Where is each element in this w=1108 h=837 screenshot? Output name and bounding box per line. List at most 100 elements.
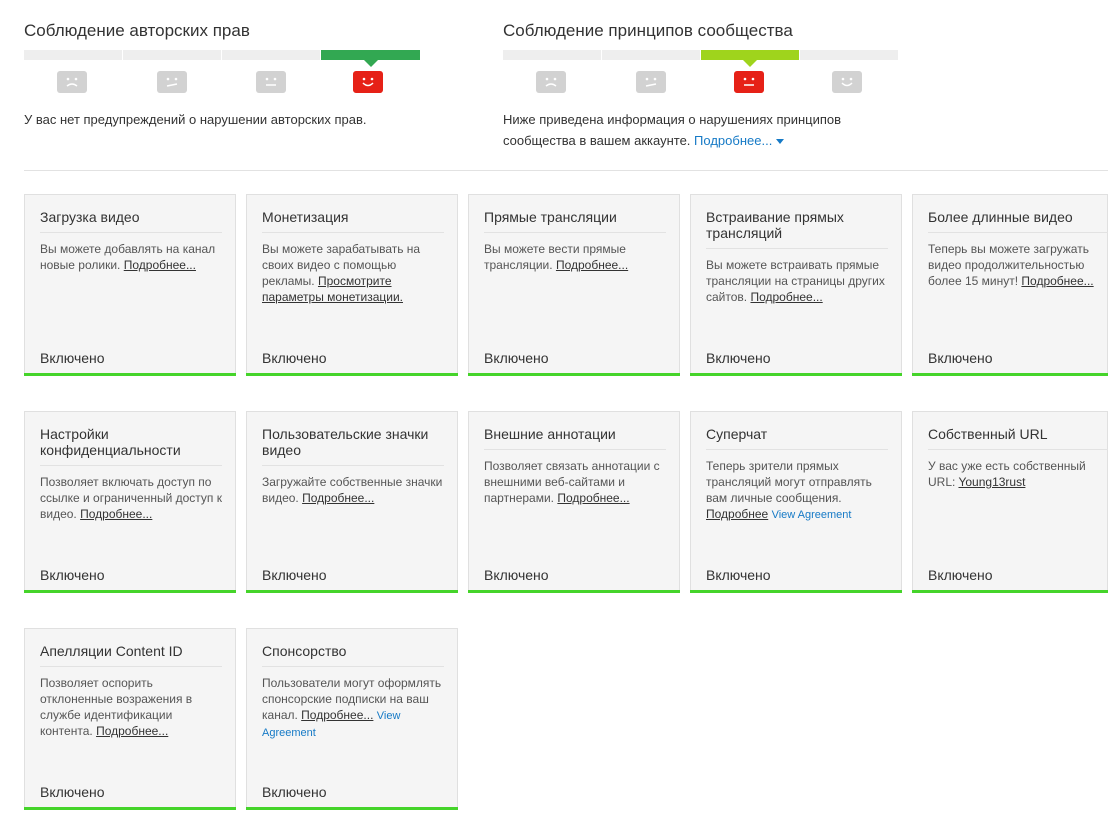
status-enabled-bar: [912, 590, 1108, 593]
feature-card-link[interactable]: Подробнее: [706, 507, 768, 521]
status-enabled-bar: [690, 373, 902, 376]
community-bar-segment-2: [602, 50, 700, 60]
feature-card-status: Включено: [928, 567, 993, 583]
copyright-status-text: У вас нет предупреждений о нарушении авт…: [24, 112, 367, 127]
feature-card: Настройки конфиденциальности Позволяет вк…: [24, 411, 236, 593]
feature-card-description: У вас уже есть собственный URL: Young13r…: [928, 458, 1098, 490]
copyright-bar-segment-1: [24, 50, 122, 60]
feature-card-link[interactable]: Подробнее...: [556, 258, 628, 272]
feature-card-title: Более длинные видео: [928, 209, 1108, 233]
feature-card: Прямые трансляции Вы можете вести прямые …: [468, 194, 680, 376]
feature-card-link[interactable]: Young13rust: [958, 475, 1025, 489]
feature-card-title: Настройки конфиденциальности: [40, 426, 222, 466]
feature-card-link[interactable]: Подробнее...: [301, 708, 373, 722]
copyright-bar-segment-active: [321, 50, 420, 67]
community-text-line1: Ниже приведена информация о нарушениях п…: [503, 112, 842, 127]
feature-card-description: Позволяет включать доступ по ссылке и ог…: [40, 474, 222, 522]
status-enabled-bar: [24, 590, 236, 593]
feature-card-status: Включено: [40, 567, 105, 583]
feature-card-link[interactable]: Подробнее...: [750, 290, 822, 304]
status-enabled-bar: [24, 373, 236, 376]
copyright-bar-segment-3: [222, 50, 320, 60]
community-strike-bar: [503, 50, 898, 67]
status-enabled-bar: [246, 590, 458, 593]
happy-face-icon: [832, 71, 862, 93]
community-title: Соблюдение принципов сообщества: [503, 21, 793, 40]
feature-card-description: Пользователи могут оформлять спонсорские…: [262, 675, 444, 741]
community-status-text: Ниже приведена информация о нарушениях п…: [503, 109, 883, 151]
feature-card: Загрузка видео Вы можете добавлять на кан…: [24, 194, 236, 376]
feature-card-status: Включено: [262, 784, 327, 800]
feature-card: Пользовательские значки видео Загружайте …: [246, 411, 458, 593]
sad-face-icon: [536, 71, 566, 93]
status-enabled-bar: [246, 807, 458, 810]
feature-card-description: Загружайте собственные значки видео. Под…: [262, 474, 444, 506]
status-enabled-bar: [468, 373, 680, 376]
status-enabled-bar: [912, 373, 1108, 376]
feature-card-status: Включено: [928, 350, 993, 366]
skeptical-face-icon: [157, 71, 187, 93]
section-divider: [24, 170, 1108, 171]
feature-card-title: Прямые трансляции: [484, 209, 666, 233]
feature-card-description: Позволяет оспорить отклоненные возражени…: [40, 675, 222, 739]
community-more-link[interactable]: Подробнее...: [694, 133, 772, 148]
feature-card-title: Встраивание прямых трансляций: [706, 209, 888, 249]
neutral-face-icon: [256, 71, 286, 93]
feature-card: Встраивание прямых трансляций Вы можете в…: [690, 194, 902, 376]
feature-card: Более длинные видео Теперь вы можете загр…: [912, 194, 1108, 376]
community-bar-segment-active: [701, 50, 799, 67]
feature-card: Спонсорство Пользователи могут оформлять …: [246, 628, 458, 810]
feature-card-status: Включено: [40, 350, 105, 366]
feature-card-status: Включено: [706, 567, 771, 583]
feature-card-link[interactable]: Подробнее...: [302, 491, 374, 505]
happy-face-icon: [353, 71, 383, 93]
neutral-face-icon: [734, 71, 764, 93]
copyright-bar-segment-2: [123, 50, 221, 60]
feature-card-description: Вы можете добавлять на канал новые ролик…: [40, 241, 222, 273]
status-enabled-bar: [690, 590, 902, 593]
feature-card: Апелляции Content ID Позволяет оспорить о…: [24, 628, 236, 810]
feature-card: Суперчат Теперь зрители прямых трансляций…: [690, 411, 902, 593]
feature-card-status: Включено: [484, 567, 549, 583]
feature-card-title: Спонсорство: [262, 643, 444, 667]
feature-card-status: Включено: [40, 784, 105, 800]
sad-face-icon: [57, 71, 87, 93]
status-enabled-bar: [24, 807, 236, 810]
feature-card-link[interactable]: Подробнее...: [80, 507, 152, 521]
dropdown-caret-icon[interactable]: [776, 139, 785, 145]
community-bar-segment-4: [800, 50, 898, 60]
feature-card: Собственный URL У вас уже есть собственны…: [912, 411, 1108, 593]
feature-card-title: Собственный URL: [928, 426, 1108, 450]
feature-card-description: Теперь вы можете загружать видео продолж…: [928, 241, 1098, 289]
feature-card-title: Монетизация: [262, 209, 444, 233]
feature-card-status: Включено: [262, 567, 327, 583]
feature-card-description: Вы можете зарабатывать на своих видео с …: [262, 241, 444, 305]
feature-card-title: Внешние аннотации: [484, 426, 666, 450]
feature-card-link[interactable]: Подробнее...: [96, 724, 168, 738]
pointer-arrow-icon: [363, 60, 378, 67]
feature-card-title: Суперчат: [706, 426, 888, 450]
copyright-title: Соблюдение авторских прав: [24, 21, 250, 40]
skeptical-face-icon: [636, 71, 666, 93]
feature-card-description: Вы можете встраивать прямые трансляции н…: [706, 257, 888, 305]
feature-card-title: Пользовательские значки видео: [262, 426, 444, 466]
feature-card-description: Позволяет связать аннотации с внешними в…: [484, 458, 666, 506]
view-agreement-link[interactable]: View Agreement: [772, 509, 852, 521]
feature-card-title: Загрузка видео: [40, 209, 222, 233]
feature-card-link[interactable]: Подробнее...: [124, 258, 196, 272]
feature-card-status: Включено: [706, 350, 771, 366]
feature-card-status: Включено: [262, 350, 327, 366]
status-enabled-bar: [246, 373, 458, 376]
feature-card-link[interactable]: Подробнее...: [1021, 274, 1093, 288]
feature-card-description: Теперь зрители прямых трансляций могут о…: [706, 458, 888, 523]
feature-card-title: Апелляции Content ID: [40, 643, 222, 667]
pointer-arrow-icon: [743, 60, 757, 67]
feature-card-status: Включено: [484, 350, 549, 366]
feature-card-link[interactable]: Подробнее...: [557, 491, 629, 505]
feature-card: Внешние аннотации Позволяет связать аннот…: [468, 411, 680, 593]
feature-card-description: Вы можете вести прямые трансляции. Подро…: [484, 241, 666, 273]
community-text-line2: сообщества в вашем аккаунте. Подробнее..…: [503, 130, 883, 151]
copyright-strike-bar: [24, 50, 420, 67]
community-bar-segment-1: [503, 50, 601, 60]
status-enabled-bar: [468, 590, 680, 593]
